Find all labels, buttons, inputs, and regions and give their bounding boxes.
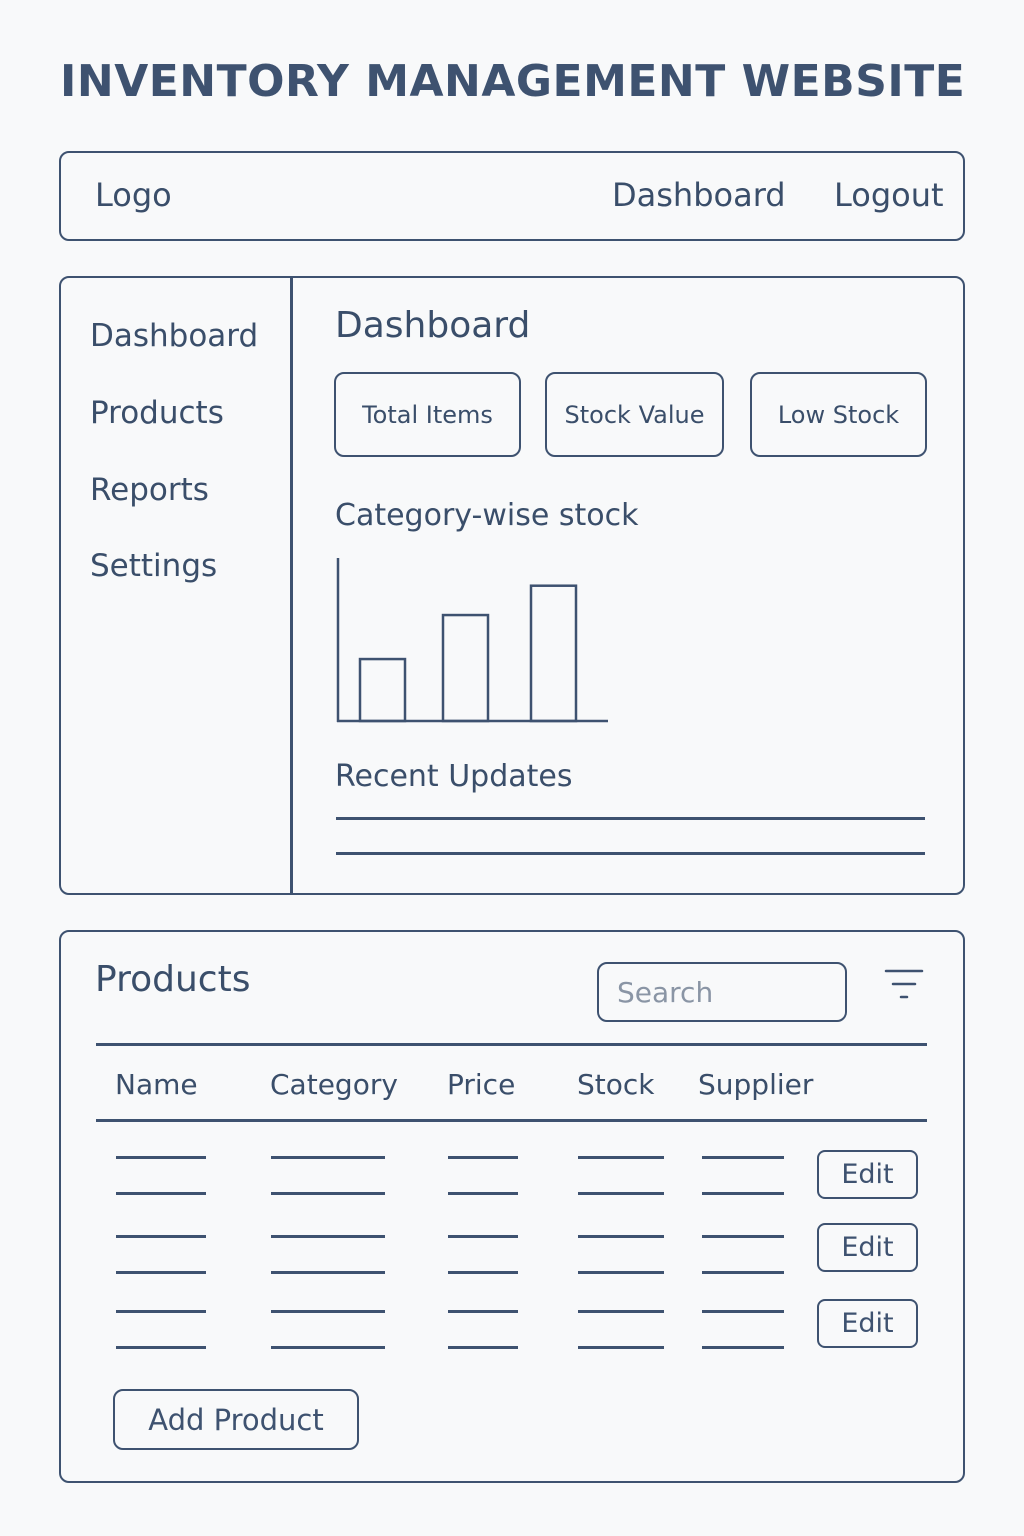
- chart-bar: [529, 584, 578, 723]
- recent-updates-title: Recent Updates: [335, 759, 573, 794]
- table-cell-line: [271, 1156, 385, 1159]
- table-cell-line: [448, 1346, 518, 1349]
- chart-bar: [358, 657, 407, 723]
- stat-card-total-items[interactable]: Total Items: [334, 372, 521, 457]
- table-cell-line: [448, 1192, 518, 1195]
- column-header-stock[interactable]: Stock: [577, 1068, 655, 1101]
- edit-button[interactable]: Edit: [817, 1299, 918, 1348]
- page-title: INVENTORY MANAGEMENT WEBSITE: [60, 56, 966, 107]
- table-cell-line: [702, 1346, 784, 1349]
- column-header-supplier[interactable]: Supplier: [698, 1068, 813, 1101]
- table-cell-line: [702, 1310, 784, 1313]
- nav-link-dashboard[interactable]: Dashboard: [612, 176, 786, 214]
- table-cell-line: [271, 1271, 385, 1274]
- products-title: Products: [95, 959, 251, 1000]
- table-cell-line: [702, 1192, 784, 1195]
- table-cell-line: [578, 1271, 664, 1274]
- top-navbar: [59, 151, 965, 241]
- table-cell-line: [116, 1271, 206, 1274]
- sidebar-item-reports[interactable]: Reports: [90, 472, 209, 508]
- search-input[interactable]: [597, 962, 847, 1022]
- edit-button[interactable]: Edit: [817, 1223, 918, 1272]
- column-header-price[interactable]: Price: [447, 1068, 515, 1101]
- table-cell-line: [702, 1271, 784, 1274]
- nav-link-logout[interactable]: Logout: [834, 176, 944, 214]
- table-cell-line: [578, 1156, 664, 1159]
- table-cell-line: [116, 1192, 206, 1195]
- logo[interactable]: Logo: [95, 176, 172, 214]
- table-cell-line: [578, 1310, 664, 1313]
- table-cell-line: [578, 1192, 664, 1195]
- table-cell-line: [578, 1346, 664, 1349]
- recent-update-line: [336, 852, 925, 855]
- table-cell-line: [448, 1271, 518, 1274]
- table-cell-line: [448, 1310, 518, 1313]
- column-header-category[interactable]: Category: [270, 1068, 398, 1101]
- category-stock-chart: [336, 558, 608, 723]
- chart-title: Category-wise stock: [335, 498, 639, 533]
- recent-update-line: [336, 817, 925, 820]
- table-header-border: [96, 1119, 927, 1122]
- table-cell-line: [702, 1235, 784, 1238]
- table-cell-line: [578, 1235, 664, 1238]
- table-cell-line: [271, 1346, 385, 1349]
- filter-icon[interactable]: [884, 968, 924, 1004]
- sidebar-item-products[interactable]: Products: [90, 395, 224, 431]
- sidebar-item-settings[interactable]: Settings: [90, 548, 217, 584]
- column-header-name[interactable]: Name: [115, 1068, 198, 1101]
- table-cell-line: [116, 1156, 206, 1159]
- table-cell-line: [271, 1235, 385, 1238]
- sidebar-item-dashboard[interactable]: Dashboard: [90, 318, 258, 354]
- edit-button[interactable]: Edit: [817, 1150, 918, 1199]
- sidebar-divider: [290, 278, 293, 893]
- table-top-border: [96, 1043, 927, 1046]
- table-cell-line: [116, 1310, 206, 1313]
- table-cell-line: [448, 1156, 518, 1159]
- stat-card-stock-value[interactable]: Stock Value: [545, 372, 724, 457]
- table-cell-line: [702, 1156, 784, 1159]
- table-cell-line: [271, 1192, 385, 1195]
- chart-bar: [441, 613, 490, 723]
- table-cell-line: [271, 1310, 385, 1313]
- table-cell-line: [116, 1235, 206, 1238]
- table-cell-line: [448, 1235, 518, 1238]
- table-cell-line: [116, 1346, 206, 1349]
- add-product-button[interactable]: Add Product: [113, 1389, 359, 1450]
- stat-card-low-stock[interactable]: Low Stock: [750, 372, 927, 457]
- dashboard-title: Dashboard: [335, 305, 531, 346]
